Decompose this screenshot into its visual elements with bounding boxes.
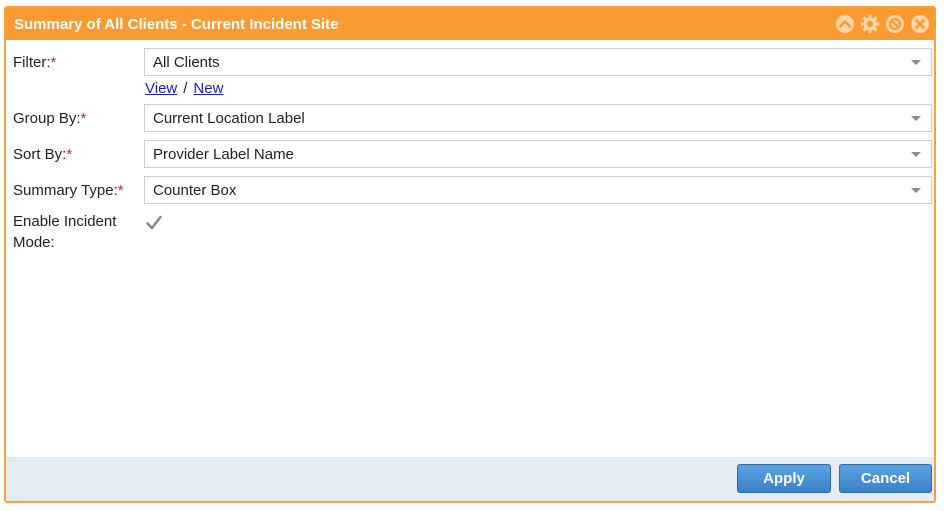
checkmark-icon bbox=[146, 215, 162, 230]
filter-links: View / New bbox=[6, 77, 934, 99]
summary-dialog: Summary of All Clients - Current Inciden… bbox=[4, 6, 936, 503]
summary-type-select[interactable]: Counter Box bbox=[144, 176, 932, 204]
summary-type-row: Summary Type:* Counter Box bbox=[6, 175, 934, 205]
dialog-titlebar: Summary of All Clients - Current Inciden… bbox=[6, 8, 934, 40]
link-separator: / bbox=[183, 79, 188, 97]
dialog-footer: Apply Cancel bbox=[6, 457, 934, 501]
required-marker: * bbox=[50, 53, 57, 71]
chevron-down-icon bbox=[911, 116, 921, 121]
gear-icon[interactable] bbox=[860, 14, 880, 34]
group-by-row: Group By:* Current Location Label bbox=[6, 103, 934, 133]
required-marker: * bbox=[66, 145, 73, 163]
summary-type-value: Counter Box bbox=[153, 181, 237, 199]
chevron-down-icon bbox=[911, 152, 921, 157]
summary-form: Filter:* All Clients View / New Group By… bbox=[6, 40, 934, 253]
sort-by-row: Sort By:* Provider Label Name bbox=[6, 139, 934, 169]
block-icon[interactable] bbox=[885, 14, 905, 34]
cancel-button[interactable]: Cancel bbox=[839, 464, 932, 493]
group-by-value: Current Location Label bbox=[153, 109, 305, 127]
filter-row: Filter:* All Clients bbox=[6, 47, 934, 77]
dialog-title: Summary of All Clients - Current Inciden… bbox=[14, 15, 339, 33]
group-by-select[interactable]: Current Location Label bbox=[144, 104, 932, 132]
incident-mode-row: Enable Incident Mode: bbox=[6, 211, 934, 253]
required-marker: * bbox=[117, 181, 124, 199]
filter-value: All Clients bbox=[153, 53, 220, 71]
sort-by-label: Sort By:* bbox=[13, 145, 73, 163]
chevron-down-icon bbox=[911, 188, 921, 193]
sort-by-select[interactable]: Provider Label Name bbox=[144, 140, 932, 168]
view-filter-link[interactable]: View bbox=[145, 80, 177, 97]
titlebar-icons bbox=[835, 14, 930, 34]
close-icon[interactable] bbox=[910, 14, 930, 34]
chevron-down-icon bbox=[911, 60, 921, 65]
required-marker: * bbox=[80, 109, 87, 127]
sort-by-value: Provider Label Name bbox=[153, 145, 294, 163]
summary-type-label: Summary Type:* bbox=[13, 181, 124, 199]
incident-mode-checkbox[interactable] bbox=[145, 214, 163, 232]
apply-button[interactable]: Apply bbox=[737, 464, 831, 493]
new-filter-link[interactable]: New bbox=[193, 80, 223, 97]
filter-label: Filter:* bbox=[13, 53, 57, 71]
incident-mode-label: Enable Incident Mode: bbox=[13, 213, 117, 251]
collapse-icon[interactable] bbox=[835, 14, 855, 34]
group-by-label: Group By:* bbox=[13, 109, 87, 127]
filter-select[interactable]: All Clients bbox=[144, 48, 932, 76]
